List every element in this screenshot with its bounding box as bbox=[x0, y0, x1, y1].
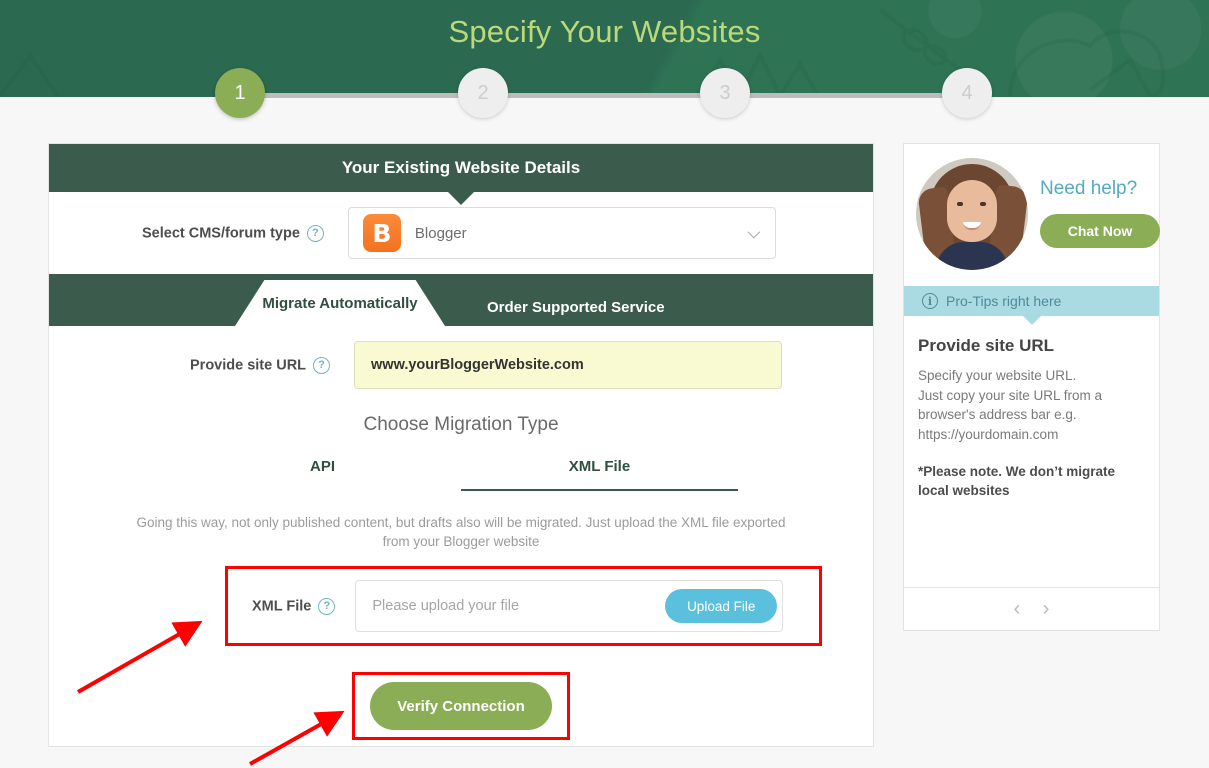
help-icon-site-url[interactable]: ? bbox=[313, 356, 331, 374]
stepper-line bbox=[240, 93, 968, 98]
help-top: Need help? Chat Now bbox=[904, 144, 1160, 286]
avatar bbox=[916, 158, 1028, 270]
xml-file-highlight: XML File? Please upload your file Upload… bbox=[225, 566, 822, 646]
xml-file-input[interactable]: Please upload your file Upload File bbox=[355, 580, 784, 632]
existing-website-card: Your Existing Website Details Select CMS… bbox=[48, 143, 874, 747]
step-indicator-1[interactable]: 1 bbox=[215, 68, 265, 118]
tip-text: Specify your website URL. Just copy your… bbox=[918, 368, 1103, 442]
tab-xml-file[interactable]: XML File bbox=[461, 458, 738, 491]
verify-connection-highlight: Verify Connection bbox=[352, 672, 570, 740]
xml-file-label: XML File? bbox=[252, 597, 336, 615]
step-indicator-2[interactable]: 2 bbox=[458, 68, 508, 118]
site-url-label: Provide site URL? bbox=[190, 356, 331, 374]
chat-now-button[interactable]: Chat Now bbox=[1040, 214, 1160, 248]
page-root: Specify Your Websites 1 2 3 4 Your Exist… bbox=[0, 0, 1209, 768]
migration-type-tabs: API XML File bbox=[49, 458, 873, 491]
site-url-input[interactable]: www.yourBloggerWebsite.com bbox=[354, 341, 783, 389]
page-title: Specify Your Websites bbox=[448, 14, 761, 49]
xml-file-label-text: XML File bbox=[252, 597, 312, 614]
tip-note: *Please note. We don’t migrate local web… bbox=[918, 464, 1116, 498]
chevron-left-icon[interactable]: ‹ bbox=[1014, 597, 1021, 621]
step-indicator-3[interactable]: 3 bbox=[700, 68, 750, 118]
xml-file-placeholder: Please upload your file bbox=[372, 598, 520, 614]
verify-connection-button[interactable]: Verify Connection bbox=[370, 682, 552, 730]
cms-label: Select CMS/forum type? bbox=[142, 224, 324, 242]
page-header: Specify Your Websites bbox=[0, 0, 1209, 97]
protips-header: i Pro-Tips right here bbox=[904, 286, 1159, 325]
help-icon-xml-file[interactable]: ? bbox=[318, 597, 336, 615]
step-label-1: 1 bbox=[234, 81, 246, 104]
card-title: Your Existing Website Details bbox=[341, 158, 581, 177]
card-header: Your Existing Website Details bbox=[49, 144, 873, 205]
step-indicator-4[interactable]: 4 bbox=[942, 68, 992, 118]
protips-body: Provide site URL Specify your website UR… bbox=[904, 316, 1159, 500]
help-icon-cms[interactable]: ? bbox=[306, 224, 324, 242]
blogger-icon: B bbox=[362, 214, 401, 252]
help-sidebar: Need help? Chat Now i Pro-Tips right her… bbox=[903, 143, 1160, 631]
migration-description: Going this way, not only published conte… bbox=[136, 515, 786, 549]
tab-api[interactable]: API bbox=[184, 458, 461, 491]
cms-select-value: Blogger bbox=[414, 224, 467, 242]
chevron-down-icon[interactable] bbox=[747, 225, 761, 239]
cms-label-text: Select CMS/forum type bbox=[142, 224, 300, 241]
chevron-right-icon[interactable]: › bbox=[1043, 597, 1050, 621]
site-url-row: Provide site URL? www.yourBloggerWebsite… bbox=[49, 326, 873, 404]
tip-title: Provide site URL bbox=[918, 336, 1055, 355]
card-header-notch bbox=[448, 192, 474, 205]
protips-label: Pro-Tips right here bbox=[946, 293, 1062, 309]
upload-file-button[interactable]: Upload File bbox=[665, 589, 778, 623]
step-label-4: 4 bbox=[961, 81, 973, 104]
cms-select[interactable]: B Blogger bbox=[347, 207, 776, 259]
need-help-text: Need help? bbox=[1040, 178, 1138, 199]
tab-order-supported-service[interactable]: Order Supported Service bbox=[487, 299, 665, 316]
tab-migrate-automatically[interactable]: Migrate Automatically bbox=[235, 280, 445, 326]
protips-notch bbox=[1022, 316, 1041, 325]
site-url-label-text: Provide site URL bbox=[190, 356, 307, 373]
protips-nav: ‹ › bbox=[904, 587, 1159, 630]
info-icon: i bbox=[922, 293, 938, 309]
step-label-3: 3 bbox=[719, 81, 731, 104]
migration-type-title: Choose Migration Type bbox=[363, 414, 559, 435]
mode-tabbar: Migrate Automatically Order Supported Se… bbox=[49, 274, 873, 326]
step-label-2: 2 bbox=[477, 81, 489, 104]
help-actions: Need help? Chat Now bbox=[1040, 158, 1160, 286]
